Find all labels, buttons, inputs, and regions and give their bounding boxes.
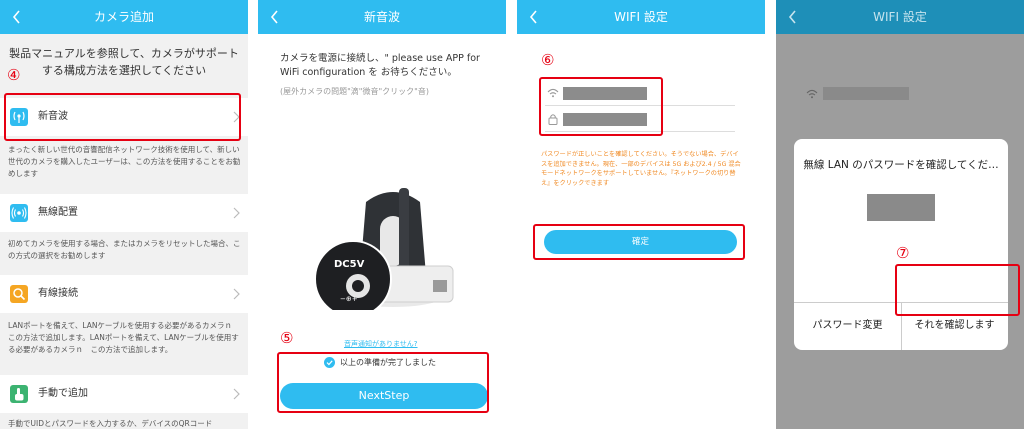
ssid-redacted xyxy=(823,87,909,100)
header-bar: WIFI 設定 xyxy=(517,0,765,34)
back-button[interactable] xyxy=(782,0,806,34)
back-arrow-icon xyxy=(529,10,537,24)
header-bar: WIFI 設定 xyxy=(776,0,1024,34)
chevron-right-icon xyxy=(233,288,240,300)
panel-add-camera: カメラ追加 製品マニュアルを参照して、カメラがサポートする構成方法を選択してくだ… xyxy=(0,0,248,429)
camera-illustration xyxy=(314,188,454,310)
no-sound-link[interactable]: 音声通知がありません? xyxy=(344,339,418,349)
highlight-box xyxy=(4,93,241,141)
back-arrow-icon xyxy=(788,10,796,24)
step-marker-6: ⑥ xyxy=(541,51,555,69)
method-item-wireless[interactable]: 無線配置 xyxy=(0,194,248,232)
hand-pointer-icon xyxy=(10,385,28,403)
method-item-manual[interactable]: 手動で追加 xyxy=(0,375,248,413)
wifi-icon xyxy=(806,89,818,99)
method-description: 手動でUIDとパスワードを入力するか、デバイスのQRコード xyxy=(8,419,213,428)
panel-sound-wave: 新音波 カメラを電源に接続し、" please use APP for WiFi… xyxy=(258,0,506,429)
header-bar: 新音波 xyxy=(258,0,506,34)
method-description: 初めてカメラを使用する場合、またはカメラをリセットした場合、この方式の選択をお勧… xyxy=(8,239,241,260)
back-button[interactable] xyxy=(523,0,547,34)
page-title: WIFI 設定 xyxy=(873,10,927,24)
method-item-wired[interactable]: 有線接続 xyxy=(0,275,248,313)
highlight-box xyxy=(539,77,663,136)
method-label: 有線接続 xyxy=(38,288,78,299)
page-title: WIFI 設定 xyxy=(614,10,668,24)
panel-wifi-settings: WIFI 設定 ⑥ パスワードが正しいことを確認してください。そうでない場合、デ… xyxy=(517,0,765,429)
back-button[interactable] xyxy=(264,0,288,34)
step-marker-5: ⑤ xyxy=(280,329,294,347)
method-label: 無線配置 xyxy=(38,207,78,218)
modal-overlay: 無線 LAN のパスワードを確認してくだ… パスワード変更 それを確認します xyxy=(776,34,1024,429)
highlight-box xyxy=(277,352,489,413)
back-button[interactable] xyxy=(6,0,30,34)
method-description: LANポートを備えて、LANケーブルを使用する必要があるカメラｎ この方法で追加… xyxy=(8,321,240,354)
step-marker-7: ⑦ xyxy=(896,244,910,262)
instruction-text: カメラを電源に接続し、" please use APP for WiFi con… xyxy=(280,53,480,78)
header-bar: カメラ追加 xyxy=(0,0,248,34)
dialog-title: 無線 LAN のパスワードを確認してくだ… xyxy=(803,159,999,171)
page-title: カメラ追加 xyxy=(93,10,154,24)
panel-wifi-confirm-dialog: WIFI 設定 無線 LAN のパスワードを確認してくだ… パスワード変更 それ… xyxy=(776,0,1024,429)
highlight-box xyxy=(895,264,1020,316)
back-arrow-icon xyxy=(12,10,20,24)
port-label: DC5V xyxy=(334,259,365,270)
change-password-button[interactable]: パスワード変更 xyxy=(794,302,901,350)
chevron-right-icon xyxy=(233,207,240,219)
password-warning: パスワードが正しいことを確認してください。そうでない場合、デバイスを追加できませ… xyxy=(541,151,741,187)
highlight-box xyxy=(533,224,745,260)
intro-text: 製品マニュアルを参照して、カメラがサポートする構成方法を選択してください xyxy=(9,47,239,77)
step-marker-4: ④ xyxy=(7,66,21,84)
password-redacted xyxy=(867,194,935,221)
method-label: 手動で追加 xyxy=(38,388,88,399)
instruction-note: (屋外カメラの問題"滴"微音"クリック"音) xyxy=(280,87,429,96)
method-description: まったく新しい世代の音響配信ネットワーク技術を使用して、新しい世代のカメラを購入… xyxy=(8,145,241,178)
search-icon xyxy=(10,285,28,303)
chevron-right-icon xyxy=(233,388,240,400)
back-arrow-icon xyxy=(270,10,278,24)
polarity-label: −⊕+ xyxy=(340,295,358,303)
wireless-icon xyxy=(10,204,28,222)
page-title: 新音波 xyxy=(363,10,400,24)
